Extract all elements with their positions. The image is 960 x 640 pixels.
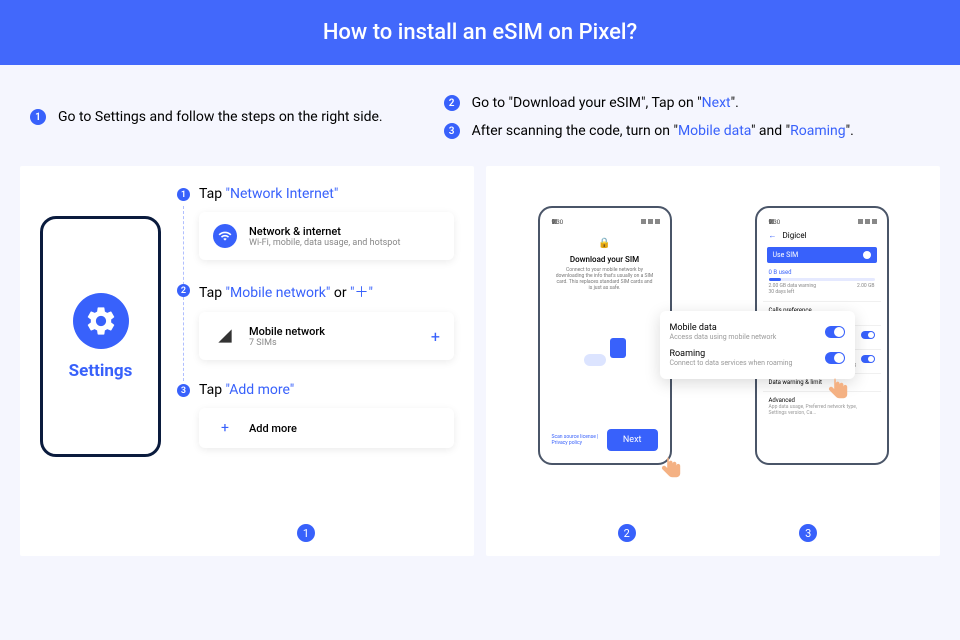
page-title: How to install an eSIM on Pixel? (323, 20, 637, 45)
toggle-icon (825, 326, 845, 338)
overlay-roaming[interactable]: Roaming Connect to data services when ro… (670, 345, 845, 371)
phone-digicel-wrapper: 9:30 ← Digicel Use SIM 0 B used (755, 206, 889, 465)
mobile-network-card[interactable]: Mobile network 7 SIMs + (199, 312, 454, 360)
instruction-3-text: After scanning the code, turn on "Mobile… (472, 123, 854, 139)
status-bar: 9:30 (546, 214, 664, 228)
phone-frame-settings: Settings (40, 216, 161, 457)
instruction-2: 2 Go to "Download your eSIM", Tap on "Ne… (444, 95, 940, 111)
step-1-badge: 1 (177, 188, 190, 201)
step-2: 2 Tap "Mobile network" or "＋" Mobile net… (179, 282, 454, 360)
step-2-text: Tap "Mobile network" or "＋" (199, 282, 454, 302)
instruction-1-text: Go to Settings and follow the steps on t… (58, 109, 383, 125)
instructions-right: 2 Go to "Download your eSIM", Tap on "Ne… (444, 95, 940, 151)
header: How to install an eSIM on Pixel? (0, 0, 960, 65)
badge-2: 2 (444, 95, 460, 111)
gear-icon (73, 293, 129, 349)
data-progress (769, 278, 875, 281)
download-panel: 🔒 Download your SIM Connect to your mobi… (546, 228, 664, 376)
usage-meta: 2.00 GB data warning30 days left 2.00 GB (769, 283, 875, 295)
network-internet-card[interactable]: Network & internet Wi-Fi, mobile, data u… (199, 212, 454, 260)
add-more-card[interactable]: + Add more (199, 408, 454, 448)
digicel-header: ← Digicel (763, 228, 881, 243)
instruction-1: 1 Go to Settings and follow the steps on… (30, 109, 383, 125)
step-3-text: Tap "Add more" (199, 382, 454, 398)
step-3-badge: 3 (177, 384, 190, 397)
status-bar: 9:30 (763, 214, 881, 228)
overlay-mobile-data[interactable]: Mobile data Access data using mobile net… (670, 319, 845, 345)
sim-graphic (552, 326, 658, 366)
instructions-left: 1 Go to Settings and follow the steps on… (30, 95, 444, 151)
panel-2-badge-2: 3 (799, 524, 817, 542)
step-3: 3 Tap "Add more" + Add more (179, 382, 454, 448)
step-1: 1 Tap "Network Internet" Network & inter… (179, 186, 454, 260)
lock-icon: 🔒 (552, 238, 658, 249)
instructions: 1 Go to Settings and follow the steps on… (0, 65, 960, 166)
phone-download: 9:30 🔒 Download your SIM Connect to your… (538, 206, 672, 465)
hand-pointer-icon (825, 374, 851, 404)
card-title: Mobile network (249, 325, 325, 338)
back-icon[interactable]: ← (769, 231, 777, 240)
policy-links[interactable]: Scan source license | Privacy policy (552, 434, 607, 446)
card-subtitle: 7 SIMs (249, 338, 325, 348)
sim-chip-icon (610, 338, 626, 358)
download-desc: Connect to your mobile network by downlo… (552, 267, 658, 291)
signal-icon (213, 324, 237, 348)
settings-label: Settings (69, 361, 133, 381)
panel-1-badge: 1 (297, 524, 315, 542)
instruction-2-text: Go to "Download your eSIM", Tap on "Next… (472, 95, 739, 111)
toggle-icon (861, 355, 875, 363)
next-button[interactable]: Next (607, 429, 658, 451)
badge-3: 3 (444, 123, 460, 139)
advanced-row[interactable]: AdvancedApp data usage, Preferred networ… (763, 391, 881, 421)
panel-phones: 9:30 🔒 Download your SIM Connect to your… (486, 166, 940, 556)
hand-pointer-icon (658, 453, 684, 483)
card-subtitle: Wi-Fi, mobile, data usage, and hotspot (249, 238, 400, 248)
card-title: Network & internet (249, 225, 400, 238)
data-usage: 0 B used (769, 269, 875, 276)
overlay-toggles: Mobile data Access data using mobile net… (660, 311, 855, 379)
toggle-on-icon (863, 251, 871, 259)
badge-1: 1 (30, 109, 46, 125)
steps-list: 1 Tap "Network Internet" Network & inter… (179, 186, 454, 536)
panel-settings: Settings 1 Tap "Network Internet" Networ… (20, 166, 474, 556)
add-icon: + (213, 420, 237, 436)
use-sim-row[interactable]: Use SIM (767, 247, 877, 263)
instruction-3: 3 After scanning the code, turn on "Mobi… (444, 123, 940, 139)
card-title: Add more (249, 422, 297, 435)
carrier-name: Digicel (783, 231, 807, 240)
wifi-icon (213, 224, 237, 248)
toggle-icon (861, 331, 875, 339)
toggle-icon (825, 352, 845, 364)
panel-2-badge-1: 2 (618, 524, 636, 542)
download-title: Download your SIM (552, 255, 658, 264)
phone-download-wrapper: 9:30 🔒 Download your SIM Connect to your… (538, 206, 672, 465)
plus-icon[interactable]: + (431, 327, 440, 346)
cloud-icon (584, 354, 606, 366)
panels: Settings 1 Tap "Network Internet" Networ… (0, 166, 960, 556)
step-2-badge: 2 (177, 284, 190, 297)
step-1-text: Tap "Network Internet" (199, 186, 454, 202)
